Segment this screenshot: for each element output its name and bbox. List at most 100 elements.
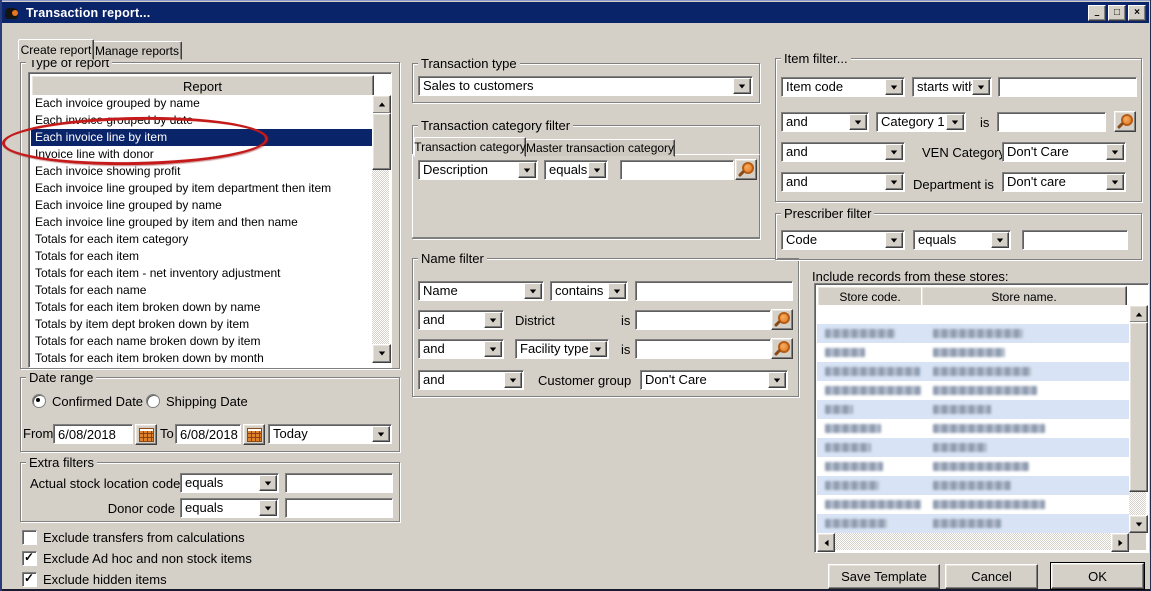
radio-shipping-date[interactable]: Shipping Date bbox=[146, 394, 248, 408]
donor-code-op-dropdown[interactable]: equals bbox=[180, 498, 279, 518]
customer-group-join-dropdown[interactable]: and bbox=[418, 370, 524, 390]
ok-button[interactable]: OK bbox=[1051, 563, 1144, 589]
maximize-button[interactable]: □ bbox=[1108, 5, 1126, 21]
stock-location-op-dropdown[interactable]: equals bbox=[180, 473, 279, 493]
store-row-redacted[interactable] bbox=[817, 438, 1129, 457]
prescriber-value-input[interactable] bbox=[1022, 230, 1128, 250]
report-list-item[interactable]: Each invoice line grouped by item depart… bbox=[31, 180, 372, 197]
store-vscrollbar[interactable] bbox=[1129, 305, 1146, 533]
report-list-item[interactable]: Each invoice showing profit bbox=[31, 163, 372, 180]
facility-join-dropdown[interactable]: and bbox=[418, 339, 504, 359]
store-row-redacted[interactable] bbox=[817, 476, 1129, 495]
from-calendar-button[interactable] bbox=[135, 424, 157, 445]
facility-lookup-button[interactable] bbox=[771, 338, 793, 359]
store-hscrollbar[interactable] bbox=[817, 533, 1129, 550]
report-list-item[interactable]: Totals by item dept broken down by item bbox=[31, 316, 372, 333]
item-field-dropdown[interactable]: Item code bbox=[781, 77, 905, 97]
name-field-dropdown[interactable]: Name bbox=[418, 281, 544, 301]
store-row-redacted[interactable] bbox=[817, 495, 1129, 514]
district-lookup-button[interactable] bbox=[771, 309, 793, 330]
report-list-item[interactable]: Each invoice grouped by date bbox=[31, 112, 372, 129]
store-row-redacted[interactable] bbox=[817, 381, 1129, 400]
report-list-item[interactable]: Totals for each item bbox=[31, 248, 372, 265]
title-bar[interactable]: Transaction report... – □ × bbox=[2, 2, 1149, 23]
report-list-item[interactable]: Each invoice line grouped by name bbox=[31, 197, 372, 214]
district-value-input[interactable] bbox=[635, 310, 771, 330]
prescriber-op-dropdown[interactable]: equals bbox=[913, 230, 1011, 250]
category-op-dropdown[interactable]: equals bbox=[544, 160, 608, 180]
category-value-input[interactable] bbox=[620, 160, 734, 180]
report-list-item[interactable]: Totals for each item category bbox=[31, 231, 372, 248]
store-row-empty[interactable] bbox=[817, 305, 1129, 324]
transaction-type-dropdown[interactable]: Sales to customers bbox=[418, 76, 753, 96]
tab-master-transaction-category[interactable]: Master transaction category bbox=[525, 139, 675, 157]
category1-lookup-button[interactable] bbox=[1114, 111, 1136, 132]
ven-category-dropdown[interactable]: Don't Care bbox=[1002, 142, 1126, 162]
checkbox-exclude-hidden[interactable]: Exclude hidden items bbox=[22, 572, 167, 586]
tab-create-report[interactable]: Create report bbox=[18, 39, 94, 60]
report-list-item[interactable]: Invoice line with donor bbox=[31, 146, 372, 163]
report-list-item[interactable]: Each invoice line grouped by item and th… bbox=[31, 214, 372, 231]
tab-transaction-category[interactable]: Transaction category bbox=[414, 137, 526, 157]
checkbox-exclude-transfers[interactable]: Exclude transfers from calculations bbox=[22, 530, 245, 544]
report-list-item[interactable]: Each invoice line by item bbox=[31, 129, 372, 146]
facility-type-dropdown[interactable]: Facility type bbox=[515, 339, 609, 359]
department-dropdown[interactable]: Don't care bbox=[1002, 172, 1126, 192]
scroll-down-button[interactable] bbox=[372, 344, 391, 363]
scrollbar-thumb[interactable] bbox=[372, 113, 391, 170]
category1-dropdown[interactable]: Category 1 bbox=[876, 112, 966, 132]
name-op-dropdown[interactable]: contains bbox=[550, 281, 628, 301]
report-list-item[interactable]: Each invoice grouped by name bbox=[31, 95, 372, 112]
item-value-input[interactable] bbox=[998, 77, 1137, 97]
scroll-up-button[interactable] bbox=[1129, 305, 1148, 323]
store-name-header[interactable]: Store name. bbox=[921, 286, 1127, 307]
donor-code-value-input[interactable] bbox=[285, 498, 393, 518]
category-field-dropdown[interactable]: Description bbox=[418, 160, 538, 180]
category1-join-dropdown[interactable]: and bbox=[781, 112, 869, 132]
store-row-redacted[interactable] bbox=[817, 514, 1129, 533]
scroll-up-button[interactable] bbox=[372, 95, 391, 114]
store-row-redacted[interactable] bbox=[817, 324, 1129, 343]
report-list-item[interactable]: Totals for each name broken down by item bbox=[31, 333, 372, 350]
store-code-header[interactable]: Store code. bbox=[817, 286, 923, 307]
report-list-item[interactable]: Totals for each item - net inventory adj… bbox=[31, 265, 372, 282]
district-join-dropdown[interactable]: and bbox=[418, 310, 504, 330]
item-op-dropdown[interactable]: starts with bbox=[912, 77, 992, 97]
store-table-body bbox=[817, 305, 1129, 533]
store-row-redacted[interactable] bbox=[817, 419, 1129, 438]
minimize-button[interactable]: – bbox=[1088, 5, 1106, 21]
facility-value-input[interactable] bbox=[635, 339, 771, 359]
store-row-redacted[interactable] bbox=[817, 362, 1129, 381]
store-row-redacted[interactable] bbox=[817, 457, 1129, 476]
stock-location-value-input[interactable] bbox=[285, 473, 393, 493]
category-lookup-button[interactable] bbox=[735, 159, 757, 180]
report-column-header[interactable]: Report bbox=[31, 75, 374, 97]
name-value-input[interactable] bbox=[635, 281, 793, 301]
report-list-item[interactable]: Totals for each item broken down by name bbox=[31, 299, 372, 316]
to-date-input[interactable]: 6/08/2018 bbox=[175, 424, 241, 444]
store-row-redacted[interactable] bbox=[817, 400, 1129, 419]
prescriber-field-dropdown[interactable]: Code bbox=[781, 230, 905, 250]
scroll-down-button[interactable] bbox=[1129, 515, 1148, 533]
ven-join-dropdown[interactable]: and bbox=[781, 142, 905, 162]
to-calendar-button[interactable] bbox=[243, 424, 265, 445]
checkbox-exclude-adhoc[interactable]: Exclude Ad hoc and non stock items bbox=[22, 551, 252, 565]
department-join-dropdown[interactable]: and bbox=[781, 172, 905, 192]
cancel-button[interactable]: Cancel bbox=[945, 564, 1038, 589]
store-row-redacted[interactable] bbox=[817, 343, 1129, 362]
scroll-right-button[interactable] bbox=[1111, 533, 1129, 552]
scrollbar-thumb[interactable] bbox=[1129, 322, 1148, 492]
date-preset-dropdown[interactable]: Today bbox=[268, 424, 392, 444]
close-button[interactable]: × bbox=[1128, 5, 1146, 21]
customer-group-dropdown[interactable]: Don't Care bbox=[640, 370, 788, 390]
category1-value-input[interactable] bbox=[997, 112, 1106, 132]
report-list-item[interactable]: Totals for each item broken down by mont… bbox=[31, 350, 372, 363]
radio-confirmed-date[interactable]: Confirmed Date bbox=[32, 394, 143, 408]
save-template-button[interactable]: Save Template bbox=[828, 564, 940, 589]
report-list-scrollbar[interactable] bbox=[372, 95, 389, 363]
tab-manage-reports[interactable]: Manage reports bbox=[92, 41, 182, 60]
report-list-item[interactable]: Totals for each name bbox=[31, 282, 372, 299]
chevron-down-icon bbox=[524, 283, 542, 299]
from-date-input[interactable]: 6/08/2018 bbox=[53, 424, 133, 444]
scroll-left-button[interactable] bbox=[817, 533, 835, 552]
